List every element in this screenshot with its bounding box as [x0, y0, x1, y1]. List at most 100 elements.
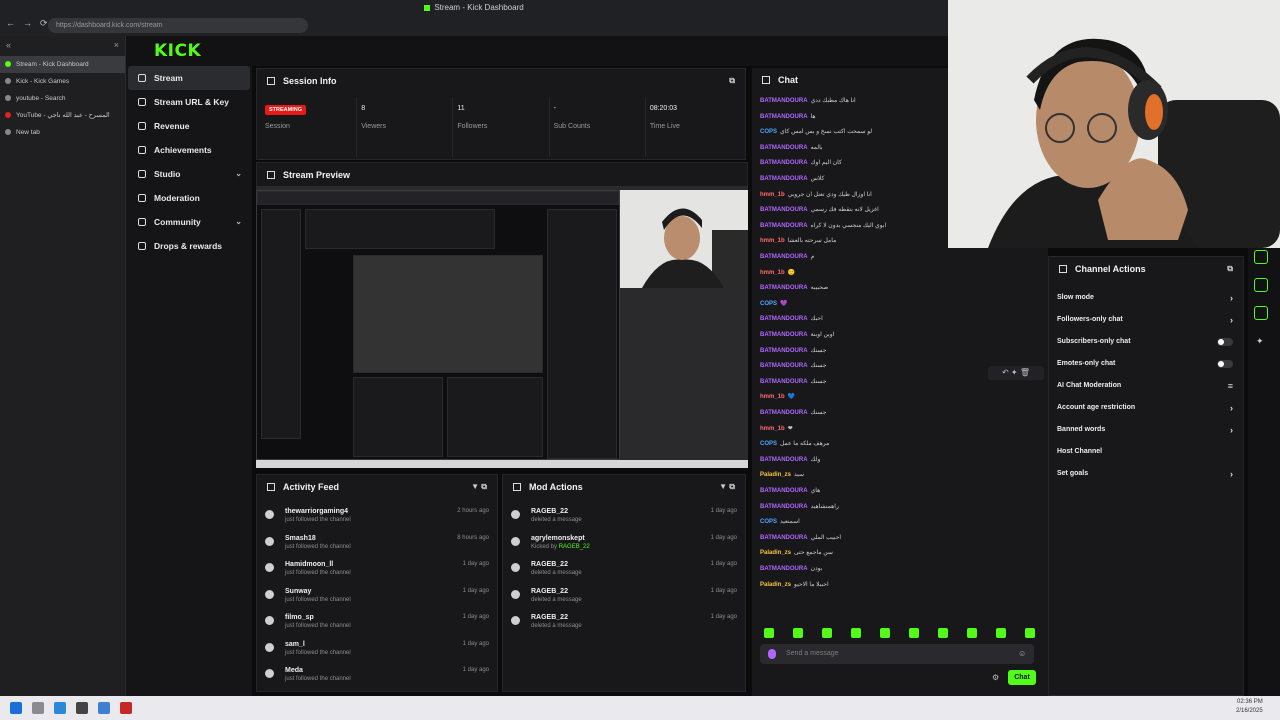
chat-username[interactable]: BATMANDOURA — [760, 363, 808, 369]
chat-username[interactable]: BATMANDOURA — [760, 114, 808, 120]
channel-action-ai-chat-moderation[interactable]: AI Chat Moderation ≡ — [1049, 375, 1243, 397]
mail-icon[interactable] — [98, 702, 110, 714]
chat-username[interactable]: COPS — [760, 301, 777, 307]
chat-username[interactable]: BATMANDOURA — [760, 316, 808, 322]
emote-icon[interactable] — [909, 628, 919, 638]
sidebar-item-studio[interactable]: Studio ⌄ — [128, 162, 250, 186]
chat-username[interactable]: BATMANDOURA — [760, 207, 808, 213]
chevron-down-icon[interactable]: ⌄ — [235, 210, 242, 234]
chevron-right-icon[interactable]: › — [1230, 397, 1233, 419]
chat-username[interactable]: BATMANDOURA — [760, 145, 808, 151]
chat-username[interactable]: COPS — [760, 441, 777, 447]
emote-icon[interactable] — [938, 628, 948, 638]
toggle-switch[interactable] — [1217, 338, 1233, 346]
sidebar-item-drops-rewards[interactable]: Drops & rewards — [128, 234, 250, 258]
kick-logo[interactable]: KICK — [154, 41, 201, 61]
chat-username[interactable]: BATMANDOURA — [760, 488, 808, 494]
address-bar[interactable]: https://dashboard.kick.com/stream — [48, 18, 308, 33]
channel-action-set-goals[interactable]: Set goals › — [1049, 463, 1243, 485]
sidebar-item-moderation[interactable]: Moderation — [128, 186, 250, 210]
chevron-right-icon[interactable]: › — [1230, 309, 1233, 331]
tool-icon-3[interactable] — [1254, 306, 1268, 320]
chat-username[interactable]: COPS — [760, 129, 777, 135]
chat-send-button[interactable]: Chat — [1008, 670, 1036, 685]
search-icon[interactable] — [32, 702, 44, 714]
back-icon[interactable]: ← — [6, 18, 15, 28]
emote-icon[interactable] — [996, 628, 1006, 638]
sidebar-item-achievements[interactable]: Achievements — [128, 138, 250, 162]
chat-username[interactable]: BATMANDOURA — [760, 98, 808, 104]
chat-username[interactable]: BATMANDOURA — [760, 457, 808, 463]
sidebar-item-community[interactable]: Community ⌄ — [128, 210, 250, 234]
browser-tab[interactable]: youtube - Search — [0, 90, 125, 107]
chat-username[interactable]: Paladin_zs — [760, 582, 791, 588]
mod-action-moderator[interactable]: RAGEB_22 — [559, 544, 590, 550]
emote-icon[interactable] — [793, 628, 803, 638]
chat-username[interactable]: Paladin_zs — [760, 550, 791, 556]
filter-icon[interactable]: ▼ ⧉ — [471, 475, 487, 499]
chat-username[interactable]: BATMANDOURA — [760, 332, 808, 338]
preview-player-controls[interactable] — [256, 460, 748, 468]
start-icon[interactable] — [10, 702, 22, 714]
browser-tab[interactable]: New tab — [0, 124, 125, 141]
chat-username[interactable]: BATMANDOURA — [760, 379, 808, 385]
chevron-down-icon[interactable]: ⌄ — [235, 162, 242, 186]
sidebar-item-stream-url-key[interactable]: Stream URL & Key — [128, 90, 250, 114]
pin-icon[interactable]: ✦ — [1256, 336, 1264, 347]
browser-tab[interactable]: YouTube - المسرح - عبد الله ناجي — [0, 107, 125, 124]
chat-username[interactable]: BATMANDOURA — [760, 566, 808, 572]
chat-username[interactable]: hmm_1b — [760, 192, 785, 198]
chat-username[interactable]: hmm_1b — [760, 426, 785, 432]
emote-icon[interactable] — [880, 628, 890, 638]
chevron-right-icon[interactable]: › — [1230, 463, 1233, 485]
chat-username[interactable]: hmm_1b — [760, 238, 785, 244]
chat-input[interactable]: Send a message — [760, 644, 1034, 664]
emote-icon[interactable] — [851, 628, 861, 638]
chevron-right-icon[interactable]: › — [1230, 419, 1233, 441]
toggle-switch[interactable] — [1217, 360, 1233, 368]
chat-username[interactable]: BATMANDOURA — [760, 254, 808, 260]
channel-action-subscribers-only-chat[interactable]: Subscribers-only chat — [1049, 331, 1243, 353]
sidebar-item-stream[interactable]: Stream — [128, 66, 250, 90]
channel-actions-popout-icon[interactable]: ⧉ — [1227, 257, 1233, 281]
obs-icon[interactable] — [120, 702, 132, 714]
collapse-icon[interactable]: « — [6, 40, 11, 52]
chat-username[interactable]: BATMANDOURA — [760, 285, 808, 291]
chat-username[interactable]: BATMANDOURA — [760, 348, 808, 354]
chat-username[interactable]: hmm_1b — [760, 394, 785, 400]
chat-username[interactable]: BATMANDOURA — [760, 535, 808, 541]
emote-icon[interactable] — [1025, 628, 1035, 638]
emote-icon[interactable] — [967, 628, 977, 638]
channel-action-banned-words[interactable]: Banned words › — [1049, 419, 1243, 441]
edge-icon[interactable] — [54, 702, 66, 714]
emote-icon[interactable] — [764, 628, 774, 638]
chat-username[interactable]: BATMANDOURA — [760, 504, 808, 510]
sidebar-item-revenue[interactable]: Revenue — [128, 114, 250, 138]
browser-tab[interactable]: Kick - Kick Games — [0, 73, 125, 90]
chat-username[interactable]: hmm_1b — [760, 270, 785, 276]
browser-tab[interactable]: Stream - Kick Dashboard — [0, 56, 125, 73]
chat-username[interactable]: BATMANDOURA — [760, 176, 808, 182]
chat-username[interactable]: BATMANDOURA — [760, 160, 808, 166]
chat-username[interactable]: COPS — [760, 519, 777, 525]
chat-username[interactable]: Paladin_zs — [760, 472, 791, 478]
channel-action-host-channel[interactable]: Host Channel — [1049, 441, 1243, 463]
channel-action-followers-only-chat[interactable]: Followers-only chat › — [1049, 309, 1243, 331]
chevron-right-icon[interactable]: ≡ — [1228, 375, 1233, 397]
chat-username[interactable]: BATMANDOURA — [760, 223, 808, 229]
channel-action-slow-mode[interactable]: Slow mode › — [1049, 287, 1243, 309]
microphone-icon[interactable] — [768, 649, 776, 659]
message-hover-actions[interactable]: ↶ ✦ 🗑 — [988, 366, 1044, 380]
tool-icon-1[interactable] — [1254, 250, 1268, 264]
close-sidebar-icon[interactable]: × — [114, 40, 119, 52]
popout-icon[interactable]: ⧉ — [729, 69, 735, 93]
mod-filter-icon[interactable]: ▼ ⧉ — [719, 475, 735, 499]
channel-action-emotes-only-chat[interactable]: Emotes-only chat — [1049, 353, 1243, 375]
chat-username[interactable]: BATMANDOURA — [760, 410, 808, 416]
channel-action-account-age-restriction[interactable]: Account age restriction › — [1049, 397, 1243, 419]
explorer-icon[interactable] — [76, 702, 88, 714]
emote-icon[interactable] — [822, 628, 832, 638]
emoji-icon[interactable]: ☺ — [1018, 649, 1026, 658]
tool-icon-2[interactable] — [1254, 278, 1268, 292]
forward-icon[interactable]: → — [23, 18, 32, 28]
